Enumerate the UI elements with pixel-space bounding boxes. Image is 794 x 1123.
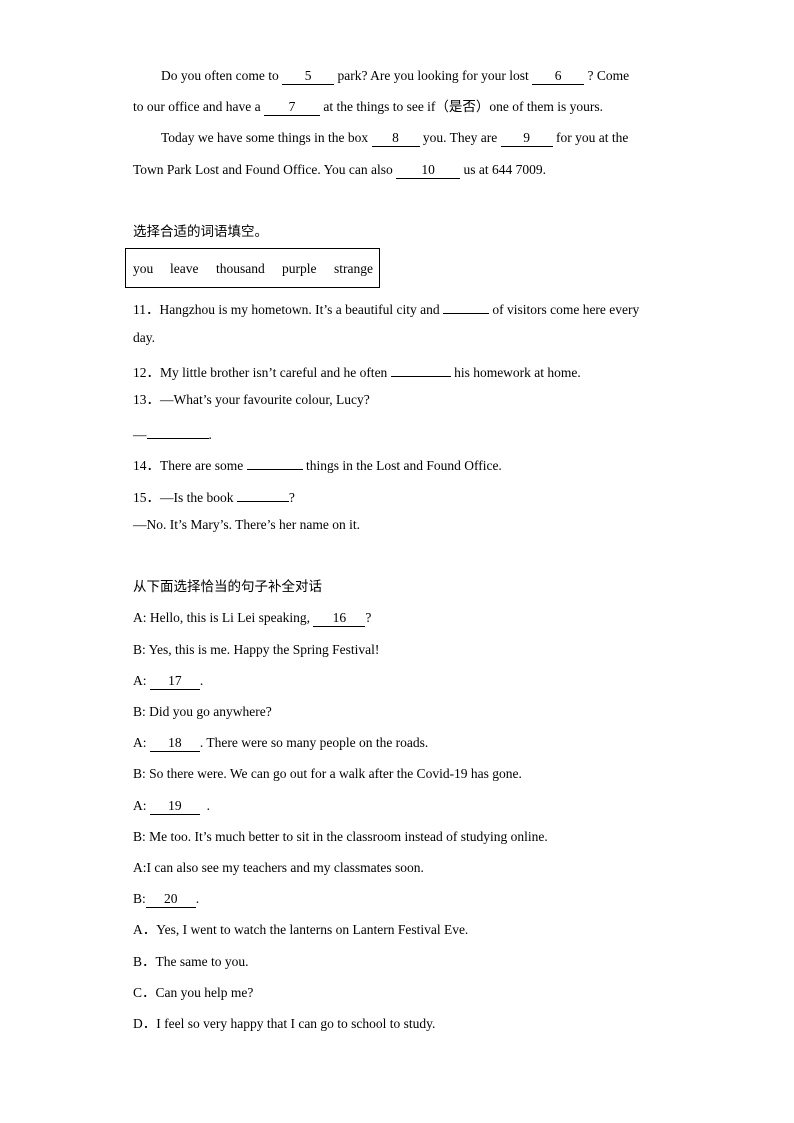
text-segment: B:	[133, 891, 146, 906]
text-segment: his homework at home.	[450, 365, 581, 380]
answer-blank[interactable]: 8	[371, 130, 420, 147]
text-segment: A: Hello, this is Li Lei speaking,	[133, 610, 314, 625]
text-segment: day.	[133, 330, 155, 345]
text-segment: . There were so many people on the roads…	[199, 735, 429, 750]
section3-line: B．The same to you.	[133, 953, 248, 971]
text-segment: B: So there were. We can go out for a wa…	[133, 766, 522, 781]
text-segment: for you at the	[552, 130, 629, 145]
section2-line: 12．My little brother isn’t careful and h…	[133, 360, 581, 380]
word-bank-item: purple	[282, 261, 317, 276]
text-segment: ?	[365, 610, 372, 625]
section2-line: 15．—Is the book ?	[133, 485, 295, 505]
text-segment: A．Yes, I went to watch the lanterns on L…	[133, 922, 469, 937]
text-segment: at the things to see if（是否）one of them i…	[319, 99, 604, 114]
section3-line: B: So there were. We can go out for a wa…	[133, 765, 522, 783]
section3-line: A: 18. There were so many people on the …	[133, 734, 428, 752]
answer-blank[interactable]: 10	[396, 162, 461, 179]
passage-line: Town Park Lost and Found Office. You can…	[133, 161, 546, 179]
text-segment: things in the Lost and Found Office.	[302, 458, 502, 473]
answer-blank[interactable]: 5	[282, 68, 335, 85]
text-segment: 12．My little brother isn’t careful and h…	[133, 365, 391, 380]
passage-line: to our office and have a 7 at the things…	[133, 98, 603, 116]
passage-line: Do you often come to 5 park? Are you loo…	[161, 67, 629, 85]
word-bank-item: thousand	[216, 261, 265, 276]
word-bank-item: you	[133, 261, 154, 276]
answer-blank[interactable]	[146, 422, 209, 439]
word-bank-item: strange	[334, 261, 373, 276]
section3-line: D．I feel so very happy that I can go to …	[133, 1015, 435, 1033]
answer-blank[interactable]: 18	[149, 735, 200, 752]
text-segment: .	[199, 673, 204, 688]
answer-blank[interactable]: 9	[500, 130, 553, 147]
section3-line: A:I can also see my teachers and my clas…	[133, 859, 424, 877]
text-segment: 13．—What’s your favourite colour, Lucy?	[133, 392, 370, 407]
answer-blank[interactable]	[442, 297, 489, 314]
word-bank-item: leave	[170, 261, 199, 276]
answer-blank[interactable]: 19	[149, 798, 200, 815]
section2-instruction: 选择合适的词语填空。	[133, 224, 268, 240]
section2-line: day.	[133, 329, 155, 347]
text-segment: 15．—Is the book	[133, 490, 237, 505]
text-segment: B: Did you go anywhere?	[133, 704, 272, 719]
text-segment: 11．Hangzhou is my hometown. It’s a beaut…	[133, 302, 443, 317]
text-segment: B: Yes, this is me. Happy the Spring Fes…	[133, 642, 380, 657]
section3-instruction: 从下面选择恰当的句子补全对话	[133, 579, 322, 595]
text-segment: Do you often come to	[161, 68, 283, 83]
answer-blank[interactable]: 17	[149, 673, 200, 690]
text-segment: Today we have some things in the box	[161, 130, 372, 145]
section3-line: B: Yes, this is me. Happy the Spring Fes…	[133, 641, 379, 659]
section2-line: 13．—What’s your favourite colour, Lucy?	[133, 391, 370, 409]
section3-line: A: 17.	[133, 672, 203, 690]
section3-line: A: 19 .	[133, 797, 210, 815]
text-segment: C．Can you help me?	[133, 985, 254, 1000]
section3-line: B: Me too. It’s much better to sit in th…	[133, 828, 548, 846]
text-segment: 14．There are some	[133, 458, 247, 473]
section3-line: A: Hello, this is Li Lei speaking, 16?	[133, 609, 371, 627]
section3-line: B: Did you go anywhere?	[133, 703, 272, 721]
text-segment: us at 644 7009.	[460, 162, 547, 177]
text-segment: .	[199, 798, 210, 813]
text-segment: A:	[133, 798, 150, 813]
text-segment: ?	[288, 490, 295, 505]
text-segment: —No. It’s Mary’s. There’s her name on it…	[133, 517, 360, 532]
section3-line: C．Can you help me?	[133, 984, 253, 1002]
text-segment: of visitors come here every	[488, 302, 640, 317]
text-segment: A:I can also see my teachers and my clas…	[133, 860, 424, 875]
passage-line: Today we have some things in the box 8 y…	[161, 129, 628, 147]
answer-blank[interactable]	[236, 485, 289, 502]
text-segment: B: Me too. It’s much better to sit in th…	[133, 829, 548, 844]
answer-blank[interactable]	[390, 360, 451, 377]
text-segment: A:	[133, 735, 150, 750]
section2-line: —No. It’s Mary’s. There’s her name on it…	[133, 516, 360, 534]
text-segment: .	[208, 427, 212, 442]
answer-blank[interactable]: 16	[313, 610, 366, 627]
text-segment: Town Park Lost and Found Office. You can…	[133, 162, 397, 177]
text-segment: .	[195, 891, 200, 906]
text-segment: A:	[133, 673, 150, 688]
text-segment: park? Are you looking for your lost	[334, 68, 533, 83]
answer-blank[interactable]: 20	[145, 891, 196, 908]
section2-line: 14．There are some things in the Lost and…	[133, 453, 502, 473]
section2-line: 11．Hangzhou is my hometown. It’s a beaut…	[133, 297, 640, 317]
answer-blank[interactable]: 6	[532, 68, 585, 85]
section2-line: —.	[133, 422, 212, 442]
answer-blank[interactable]: 7	[263, 99, 320, 116]
text-segment: ? Come	[584, 68, 630, 83]
section3-line: B: 20.	[133, 890, 199, 908]
text-segment: you. They are	[419, 130, 501, 145]
answer-blank[interactable]	[246, 453, 303, 470]
section3-line: A．Yes, I went to watch the lanterns on L…	[133, 921, 468, 939]
text-segment: B．The same to you.	[133, 954, 249, 969]
text-segment: D．I feel so very happy that I can go to …	[133, 1016, 436, 1031]
text-segment: to our office and have a	[133, 99, 264, 114]
word-bank: you leave thousand purple strange	[125, 248, 380, 288]
text-segment: —	[133, 427, 147, 442]
